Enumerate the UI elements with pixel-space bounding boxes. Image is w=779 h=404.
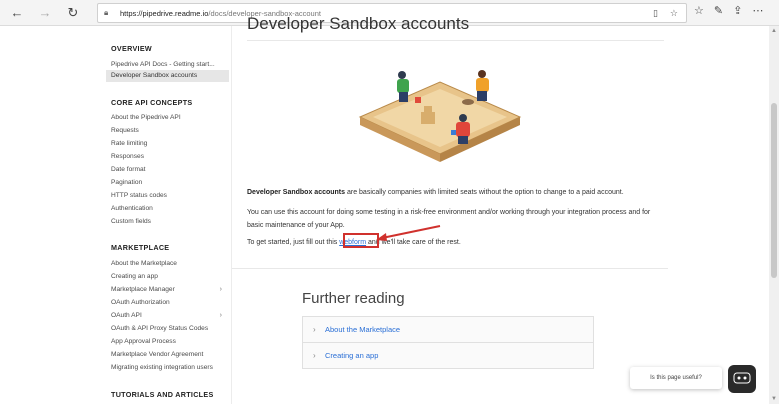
usage-paragraph: You can use this account for doing some … bbox=[247, 209, 651, 229]
sidebar-item-responses[interactable]: Responses bbox=[111, 153, 229, 160]
sidebar-item-rate-limiting[interactable]: Rate limiting bbox=[111, 140, 229, 147]
refresh-icon[interactable]: ↻ bbox=[62, 2, 84, 24]
sidebar-item-sandbox[interactable]: Developer Sandbox accounts bbox=[106, 70, 229, 82]
page-scrollbar[interactable]: ▲ ▼ bbox=[769, 26, 779, 404]
pen-icon[interactable]: ✎ bbox=[714, 4, 723, 17]
forward-icon[interactable]: → bbox=[34, 2, 56, 24]
further-item-label[interactable]: Creating an app bbox=[325, 351, 378, 360]
further-item-marketplace[interactable]: › About the Marketplace bbox=[302, 316, 594, 343]
chevron-right-icon[interactable]: › bbox=[220, 312, 222, 319]
sidebar-item-proxy-status[interactable]: OAuth & API Proxy Status Codes bbox=[111, 325, 229, 332]
scroll-thumb[interactable] bbox=[771, 103, 777, 278]
sidebar-heading-tutorials: TUTORIALS AND ARTICLES bbox=[111, 390, 214, 399]
sidebar-item-marketplace-manager[interactable]: Marketplace Manager bbox=[111, 286, 229, 293]
sidebar-item-date-format[interactable]: Date format bbox=[111, 166, 229, 173]
sidebar-heading-overview: OVERVIEW bbox=[111, 44, 153, 53]
sidebar-item-oauth-api[interactable]: OAuth API bbox=[111, 312, 229, 319]
intro-text: are basically companies with limited sea… bbox=[345, 189, 624, 196]
intro-paragraph: Developer Sandbox accounts are basically… bbox=[247, 186, 667, 199]
more-icon[interactable]: ⋯ bbox=[752, 4, 763, 17]
sidebar-heading-marketplace: MARKETPLACE bbox=[111, 243, 170, 252]
chevron-right-icon: › bbox=[313, 325, 316, 334]
reading-view-icon[interactable]: ▯ bbox=[653, 8, 658, 19]
section-divider bbox=[232, 268, 668, 269]
intro-bold: Developer Sandbox accounts bbox=[247, 189, 346, 196]
content-divider bbox=[231, 26, 232, 404]
share-icon[interactable]: ⇪ bbox=[733, 4, 742, 17]
favorites-icon[interactable]: ☆ bbox=[694, 4, 704, 17]
annotation-arrow bbox=[376, 225, 441, 241]
further-reading-title: Further reading bbox=[302, 290, 405, 307]
lock-icon: 🔒︎ bbox=[104, 8, 109, 17]
chevron-right-icon[interactable]: › bbox=[220, 286, 222, 293]
sidebar-item-creating-app[interactable]: Creating an app bbox=[111, 273, 229, 280]
sidebar-item-http-status[interactable]: HTTP status codes bbox=[111, 192, 229, 199]
sidebar-item-vendor-agreement[interactable]: Marketplace Vendor Agreement bbox=[111, 351, 229, 358]
sidebar-item-getting-started[interactable]: Pipedrive API Docs - Getting start... bbox=[111, 61, 229, 68]
back-icon[interactable]: ← bbox=[6, 2, 28, 24]
title-divider bbox=[247, 40, 664, 41]
sidebar-item-authentication[interactable]: Authentication bbox=[111, 205, 229, 212]
sidebar-item-app-approval[interactable]: App Approval Process bbox=[111, 338, 229, 345]
chevron-right-icon: › bbox=[313, 351, 316, 360]
sandbox-illustration bbox=[358, 70, 522, 162]
scroll-down-icon[interactable]: ▼ bbox=[771, 396, 777, 402]
sidebar-item-about-api[interactable]: About the Pipedrive API bbox=[111, 114, 229, 121]
further-item-label[interactable]: About the Marketplace bbox=[325, 325, 400, 334]
url-host: https://pipedrive.readme.io bbox=[120, 8, 209, 18]
feedback-prompt[interactable]: Is this page useful? bbox=[630, 367, 722, 389]
sidebar-heading-core: CORE API CONCEPTS bbox=[111, 98, 193, 107]
sidebar-item-pagination[interactable]: Pagination bbox=[111, 179, 229, 186]
sidebar-item-migrating-users[interactable]: Migrating existing integration users bbox=[111, 364, 229, 371]
further-item-creating-app[interactable]: › Creating an app bbox=[302, 342, 594, 369]
sidebar-item-about-marketplace[interactable]: About the Marketplace bbox=[111, 260, 229, 267]
sidebar-item-oauth-authorization[interactable]: OAuth Authorization bbox=[111, 299, 229, 306]
page-title: Developer Sandbox accounts bbox=[247, 14, 470, 33]
scroll-up-icon[interactable]: ▲ bbox=[771, 28, 777, 34]
sidebar-item-requests[interactable]: Requests bbox=[111, 127, 229, 134]
sidebar-item-custom-fields[interactable]: Custom fields bbox=[111, 218, 229, 225]
getting-started-text: To get started, just fill out this bbox=[247, 239, 340, 246]
docs-sidebar: OVERVIEW Pipedrive API Docs - Getting st… bbox=[104, 26, 230, 404]
getting-started-paragraph: To get started, just fill out this webfo… bbox=[247, 236, 667, 249]
chat-bot-icon[interactable] bbox=[728, 365, 756, 393]
favorite-star-icon[interactable]: ☆ bbox=[670, 8, 678, 19]
